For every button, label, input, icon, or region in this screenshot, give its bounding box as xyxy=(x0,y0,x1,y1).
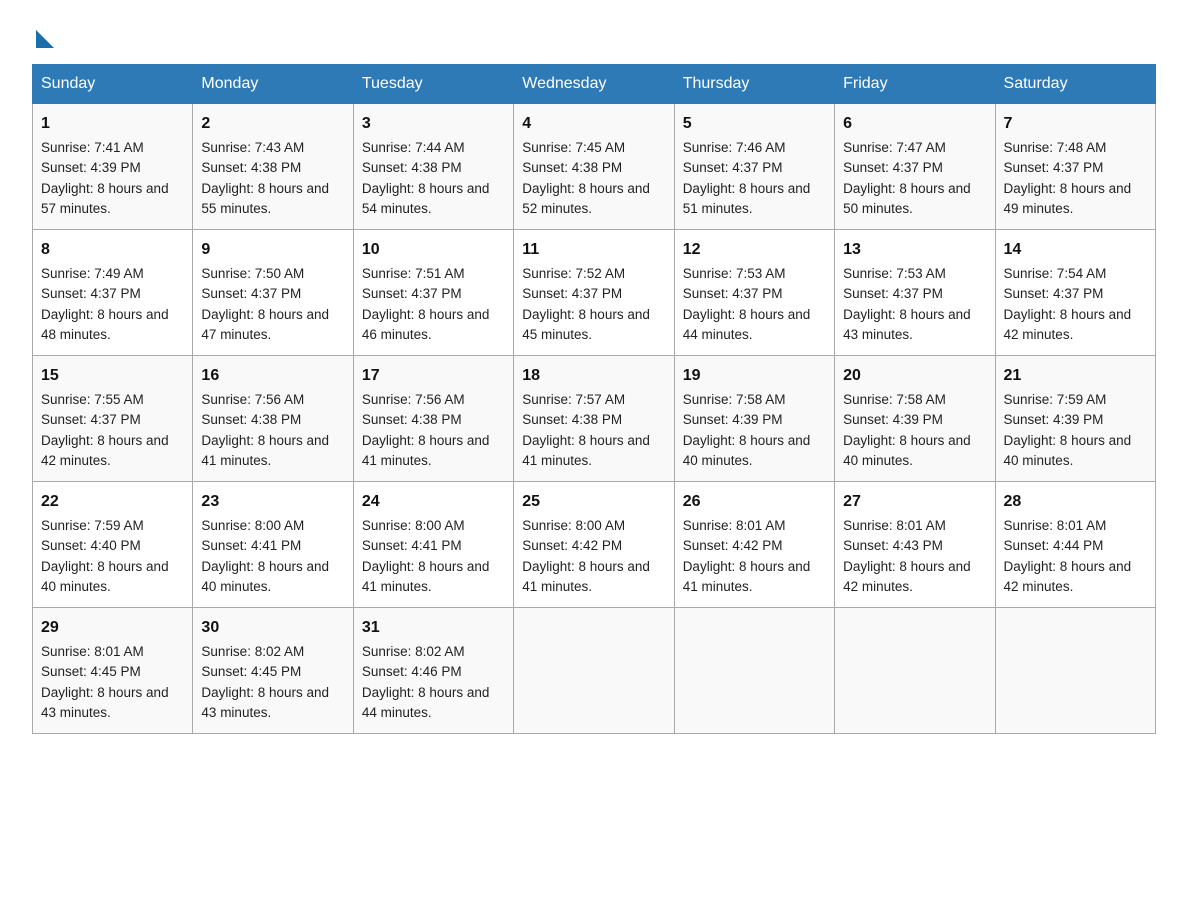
calendar-cell: 20Sunrise: 7:58 AMSunset: 4:39 PMDayligh… xyxy=(835,356,995,482)
calendar-cell: 3Sunrise: 7:44 AMSunset: 4:38 PMDaylight… xyxy=(353,104,513,230)
calendar-cell: 25Sunrise: 8:00 AMSunset: 4:42 PMDayligh… xyxy=(514,482,674,608)
day-number: 26 xyxy=(683,490,826,514)
day-number: 14 xyxy=(1004,238,1147,262)
calendar-cell xyxy=(674,608,834,734)
calendar-header-row: SundayMondayTuesdayWednesdayThursdayFrid… xyxy=(33,65,1156,104)
day-number: 6 xyxy=(843,112,986,136)
week-row: 15Sunrise: 7:55 AMSunset: 4:37 PMDayligh… xyxy=(33,356,1156,482)
calendar-cell: 1Sunrise: 7:41 AMSunset: 4:39 PMDaylight… xyxy=(33,104,193,230)
week-row: 29Sunrise: 8:01 AMSunset: 4:45 PMDayligh… xyxy=(33,608,1156,734)
day-number: 31 xyxy=(362,616,505,640)
col-header-friday: Friday xyxy=(835,65,995,104)
day-number: 16 xyxy=(201,364,344,388)
calendar-cell: 5Sunrise: 7:46 AMSunset: 4:37 PMDaylight… xyxy=(674,104,834,230)
calendar-cell: 21Sunrise: 7:59 AMSunset: 4:39 PMDayligh… xyxy=(995,356,1155,482)
col-header-thursday: Thursday xyxy=(674,65,834,104)
logo-triangle-icon xyxy=(36,30,54,48)
calendar-cell: 30Sunrise: 8:02 AMSunset: 4:45 PMDayligh… xyxy=(193,608,353,734)
day-number: 24 xyxy=(362,490,505,514)
calendar-cell: 15Sunrise: 7:55 AMSunset: 4:37 PMDayligh… xyxy=(33,356,193,482)
col-header-monday: Monday xyxy=(193,65,353,104)
day-number: 21 xyxy=(1004,364,1147,388)
calendar-cell: 9Sunrise: 7:50 AMSunset: 4:37 PMDaylight… xyxy=(193,230,353,356)
day-number: 4 xyxy=(522,112,665,136)
day-number: 23 xyxy=(201,490,344,514)
day-number: 17 xyxy=(362,364,505,388)
calendar-cell: 10Sunrise: 7:51 AMSunset: 4:37 PMDayligh… xyxy=(353,230,513,356)
logo xyxy=(32,24,54,44)
calendar-cell: 2Sunrise: 7:43 AMSunset: 4:38 PMDaylight… xyxy=(193,104,353,230)
day-number: 9 xyxy=(201,238,344,262)
calendar-cell: 24Sunrise: 8:00 AMSunset: 4:41 PMDayligh… xyxy=(353,482,513,608)
calendar-cell: 27Sunrise: 8:01 AMSunset: 4:43 PMDayligh… xyxy=(835,482,995,608)
col-header-tuesday: Tuesday xyxy=(353,65,513,104)
day-number: 12 xyxy=(683,238,826,262)
day-number: 7 xyxy=(1004,112,1147,136)
day-number: 22 xyxy=(41,490,184,514)
day-number: 13 xyxy=(843,238,986,262)
calendar-cell: 16Sunrise: 7:56 AMSunset: 4:38 PMDayligh… xyxy=(193,356,353,482)
col-header-wednesday: Wednesday xyxy=(514,65,674,104)
day-number: 8 xyxy=(41,238,184,262)
day-number: 29 xyxy=(41,616,184,640)
day-number: 28 xyxy=(1004,490,1147,514)
day-number: 18 xyxy=(522,364,665,388)
day-number: 15 xyxy=(41,364,184,388)
week-row: 22Sunrise: 7:59 AMSunset: 4:40 PMDayligh… xyxy=(33,482,1156,608)
col-header-sunday: Sunday xyxy=(33,65,193,104)
day-number: 30 xyxy=(201,616,344,640)
day-number: 5 xyxy=(683,112,826,136)
calendar-cell: 26Sunrise: 8:01 AMSunset: 4:42 PMDayligh… xyxy=(674,482,834,608)
day-number: 3 xyxy=(362,112,505,136)
calendar-cell xyxy=(995,608,1155,734)
calendar-cell: 19Sunrise: 7:58 AMSunset: 4:39 PMDayligh… xyxy=(674,356,834,482)
calendar-cell: 6Sunrise: 7:47 AMSunset: 4:37 PMDaylight… xyxy=(835,104,995,230)
week-row: 8Sunrise: 7:49 AMSunset: 4:37 PMDaylight… xyxy=(33,230,1156,356)
calendar-cell: 22Sunrise: 7:59 AMSunset: 4:40 PMDayligh… xyxy=(33,482,193,608)
calendar-cell: 12Sunrise: 7:53 AMSunset: 4:37 PMDayligh… xyxy=(674,230,834,356)
day-number: 1 xyxy=(41,112,184,136)
calendar-cell: 14Sunrise: 7:54 AMSunset: 4:37 PMDayligh… xyxy=(995,230,1155,356)
day-number: 19 xyxy=(683,364,826,388)
calendar-cell xyxy=(835,608,995,734)
calendar-table: SundayMondayTuesdayWednesdayThursdayFrid… xyxy=(32,64,1156,734)
day-number: 11 xyxy=(522,238,665,262)
calendar-cell: 31Sunrise: 8:02 AMSunset: 4:46 PMDayligh… xyxy=(353,608,513,734)
day-number: 27 xyxy=(843,490,986,514)
day-number: 25 xyxy=(522,490,665,514)
calendar-cell: 17Sunrise: 7:56 AMSunset: 4:38 PMDayligh… xyxy=(353,356,513,482)
day-number: 2 xyxy=(201,112,344,136)
col-header-saturday: Saturday xyxy=(995,65,1155,104)
page-header xyxy=(32,24,1156,44)
calendar-cell: 29Sunrise: 8:01 AMSunset: 4:45 PMDayligh… xyxy=(33,608,193,734)
calendar-cell: 11Sunrise: 7:52 AMSunset: 4:37 PMDayligh… xyxy=(514,230,674,356)
day-number: 10 xyxy=(362,238,505,262)
calendar-cell: 4Sunrise: 7:45 AMSunset: 4:38 PMDaylight… xyxy=(514,104,674,230)
calendar-cell xyxy=(514,608,674,734)
calendar-cell: 18Sunrise: 7:57 AMSunset: 4:38 PMDayligh… xyxy=(514,356,674,482)
calendar-cell: 8Sunrise: 7:49 AMSunset: 4:37 PMDaylight… xyxy=(33,230,193,356)
week-row: 1Sunrise: 7:41 AMSunset: 4:39 PMDaylight… xyxy=(33,104,1156,230)
calendar-cell: 23Sunrise: 8:00 AMSunset: 4:41 PMDayligh… xyxy=(193,482,353,608)
calendar-cell: 13Sunrise: 7:53 AMSunset: 4:37 PMDayligh… xyxy=(835,230,995,356)
day-number: 20 xyxy=(843,364,986,388)
calendar-cell: 7Sunrise: 7:48 AMSunset: 4:37 PMDaylight… xyxy=(995,104,1155,230)
calendar-cell: 28Sunrise: 8:01 AMSunset: 4:44 PMDayligh… xyxy=(995,482,1155,608)
